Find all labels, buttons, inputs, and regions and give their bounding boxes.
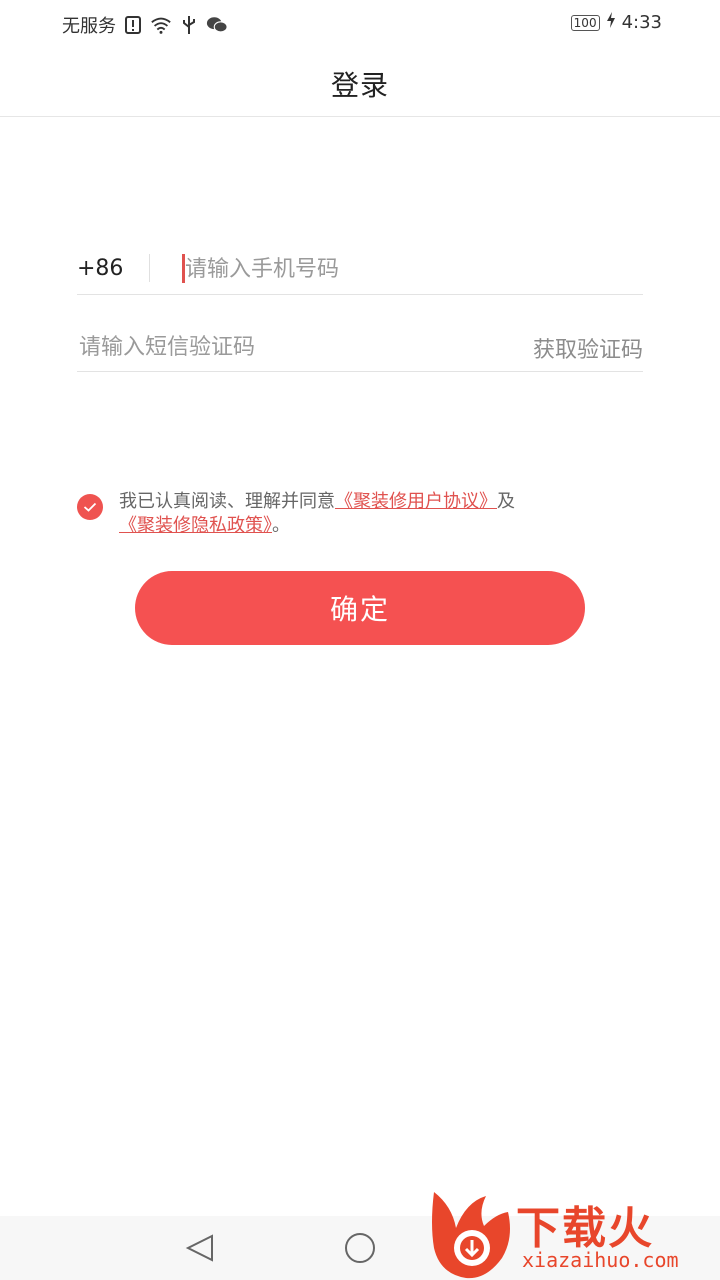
wifi-icon [150, 14, 172, 36]
back-icon[interactable] [180, 1230, 220, 1266]
clock-text: 4:33 [621, 12, 662, 33]
phone-divider [149, 254, 150, 282]
flame-logo-icon [432, 1192, 510, 1279]
battery-indicator: 100 [570, 14, 600, 31]
charging-icon [606, 12, 616, 33]
confirm-button[interactable]: 确定 [135, 571, 585, 645]
agreement-checkbox[interactable] [77, 494, 103, 520]
login-screen: 无服务 100 4:33 登录 +86 请输入手机号码 请输入短信验证码 获取验… [0, 0, 720, 1280]
alert-icon [122, 14, 144, 36]
status-right: 100 4:33 [570, 12, 662, 33]
agreement-suffix: 。 [272, 515, 290, 536]
home-icon[interactable] [340, 1230, 380, 1266]
sms-code-input[interactable] [77, 328, 481, 366]
user-agreement-link[interactable]: 《聚装修用户协议》 [335, 491, 497, 512]
title-bar: 登录 [0, 48, 720, 117]
get-code-button[interactable]: 获取验证码 [533, 332, 643, 364]
agreement-text: 我已认真阅读、理解并同意《聚装修用户协议》及《聚装修隐私政策》。 [119, 490, 639, 538]
agreement-and: 及 [497, 491, 515, 512]
agreement-prefix: 我已认真阅读、理解并同意 [119, 491, 335, 512]
status-bar: 无服务 100 4:33 [0, 0, 720, 48]
status-left: 无服务 [62, 12, 228, 38]
phone-input[interactable] [183, 250, 627, 288]
wechat-icon [206, 14, 228, 36]
country-code[interactable]: +86 [77, 256, 123, 281]
privacy-policy-link[interactable]: 《聚装修隐私政策》 [119, 515, 272, 536]
check-icon [83, 502, 97, 512]
watermark-title: 下载火 [516, 1203, 654, 1254]
watermark-url: xiazaihuo.com [522, 1248, 679, 1272]
sms-row: 获取验证码 [77, 322, 643, 372]
phone-row: +86 [77, 244, 643, 295]
page-title: 登录 [330, 69, 389, 102]
text-cursor [182, 254, 185, 283]
watermark: 下载火 xiazaihuo.com [426, 1188, 720, 1280]
usb-icon [178, 14, 200, 36]
carrier-text: 无服务 [62, 16, 116, 37]
